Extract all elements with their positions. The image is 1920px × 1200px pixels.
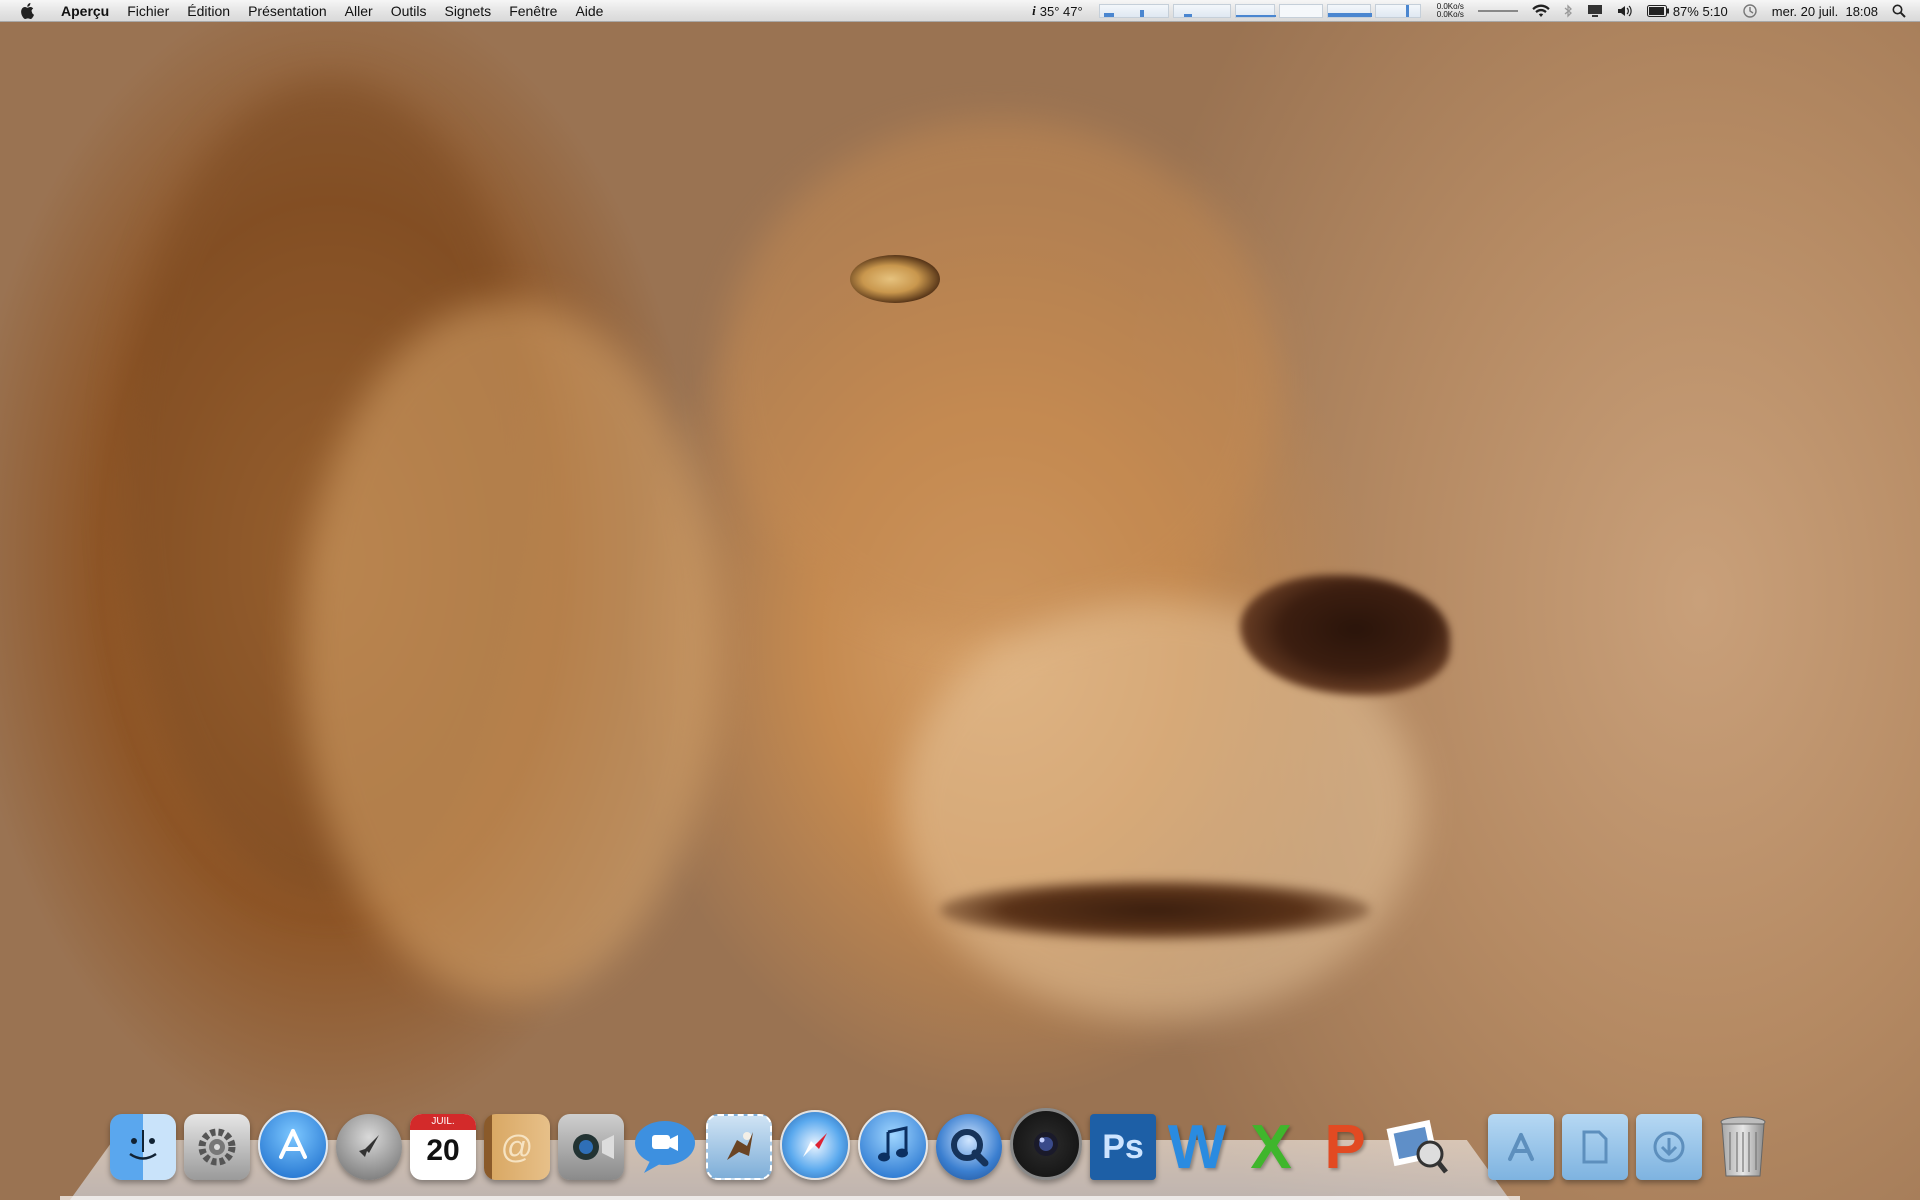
mail-icon[interactable]	[706, 1114, 772, 1180]
photo-booth-icon[interactable]	[1010, 1108, 1082, 1180]
excel-label: X	[1250, 1112, 1292, 1182]
lion-forehead	[720, 120, 1280, 640]
istat-temperature[interactable]: i 35° 47°	[1032, 3, 1083, 19]
net-down-rate: 0.0Ko/s	[1436, 10, 1464, 19]
photoshop-label: Ps	[1102, 1127, 1144, 1166]
dock-reflection-line	[60, 1196, 1520, 1200]
menu-outils[interactable]: Outils	[382, 0, 436, 22]
address-book-icon[interactable]: @	[484, 1114, 550, 1180]
menu-edition[interactable]: Édition	[178, 0, 239, 22]
battery-icon	[1646, 5, 1669, 17]
progress-slider[interactable]	[1477, 10, 1518, 12]
ical-month: JUIL.	[410, 1114, 476, 1130]
lion-mouth	[940, 880, 1370, 940]
info-icon: i	[1032, 3, 1036, 18]
powerpoint-icon[interactable]: P	[1312, 1112, 1378, 1182]
cpu-meter	[1098, 4, 1169, 18]
bluetooth-icon[interactable]	[1564, 4, 1573, 18]
quicktime-icon[interactable]	[936, 1114, 1002, 1180]
launchpad-icon[interactable]	[336, 1114, 402, 1180]
display-mirror-icon[interactable]	[1587, 4, 1603, 18]
downloads-folder-icon[interactable]	[1636, 1114, 1702, 1180]
ical-day: 20	[426, 1134, 460, 1167]
word-icon[interactable]: W	[1164, 1112, 1230, 1182]
time-machine-icon[interactable]	[1742, 3, 1758, 19]
memory-meter	[1172, 4, 1231, 18]
disk-meter	[1234, 4, 1276, 18]
applications-folder-icon[interactable]	[1488, 1114, 1554, 1180]
network-meter	[1374, 4, 1421, 18]
word-label: W	[1167, 1112, 1227, 1182]
documents-folder-icon[interactable]	[1562, 1114, 1628, 1180]
menu-aller[interactable]: Aller	[336, 0, 382, 22]
swap-meter	[1278, 4, 1323, 18]
itunes-icon[interactable]	[858, 1110, 928, 1180]
network-rates[interactable]: 0.0Ko/s 0.0Ko/s	[1437, 3, 1464, 19]
istat-meters[interactable]	[1097, 4, 1423, 18]
system-preferences-icon[interactable]	[184, 1114, 250, 1180]
menu-fichier[interactable]: Fichier	[118, 0, 178, 22]
temperature-readout: 35° 47°	[1039, 3, 1083, 19]
facetime-icon[interactable]	[558, 1114, 624, 1180]
menu-fenetre[interactable]: Fenêtre	[500, 0, 566, 22]
menu-bar: Aperçu Fichier Édition Présentation Alle…	[0, 0, 1920, 22]
menu-signets[interactable]: Signets	[435, 0, 500, 22]
volume-icon[interactable]	[1617, 4, 1633, 18]
finder-icon[interactable]	[110, 1114, 176, 1180]
ical-icon[interactable]: JUIL. 20	[410, 1114, 476, 1180]
excel-icon[interactable]: X	[1238, 1112, 1304, 1182]
powerpoint-label: P	[1324, 1112, 1366, 1182]
clock[interactable]: mer. 20 juil. 18:08	[1772, 4, 1878, 19]
battery-status[interactable]: 87% 5:10	[1646, 3, 1728, 19]
menu-app-name[interactable]: Aperçu	[52, 0, 118, 22]
status-menu-area: i 35° 47° 0.0Ko/s 0.0Ko/s 87% 5:10 mer. …	[1025, 0, 1920, 22]
app-store-icon[interactable]	[258, 1110, 328, 1180]
photoshop-icon[interactable]: Ps	[1090, 1114, 1156, 1180]
drive-meter	[1326, 4, 1372, 18]
lion-eye	[850, 255, 940, 303]
desktop-wallpaper	[0, 0, 1920, 1200]
apple-menu-icon[interactable]	[18, 2, 36, 20]
preview-icon[interactable]	[1386, 1114, 1452, 1180]
at-symbol-icon: @	[500, 1128, 534, 1165]
lion-mane-highlight	[300, 300, 720, 1000]
spotlight-search-icon[interactable]	[1892, 4, 1906, 18]
battery-readout: 87% 5:10	[1672, 3, 1728, 19]
menu-aide[interactable]: Aide	[566, 0, 612, 22]
menu-presentation[interactable]: Présentation	[239, 0, 336, 22]
safari-icon[interactable]	[780, 1110, 850, 1180]
trash-icon[interactable]	[1710, 1114, 1776, 1180]
ichat-icon[interactable]	[632, 1114, 698, 1180]
wifi-icon[interactable]	[1532, 4, 1550, 18]
dock: JUIL. 20 @ Ps W X P	[110, 1104, 1766, 1182]
